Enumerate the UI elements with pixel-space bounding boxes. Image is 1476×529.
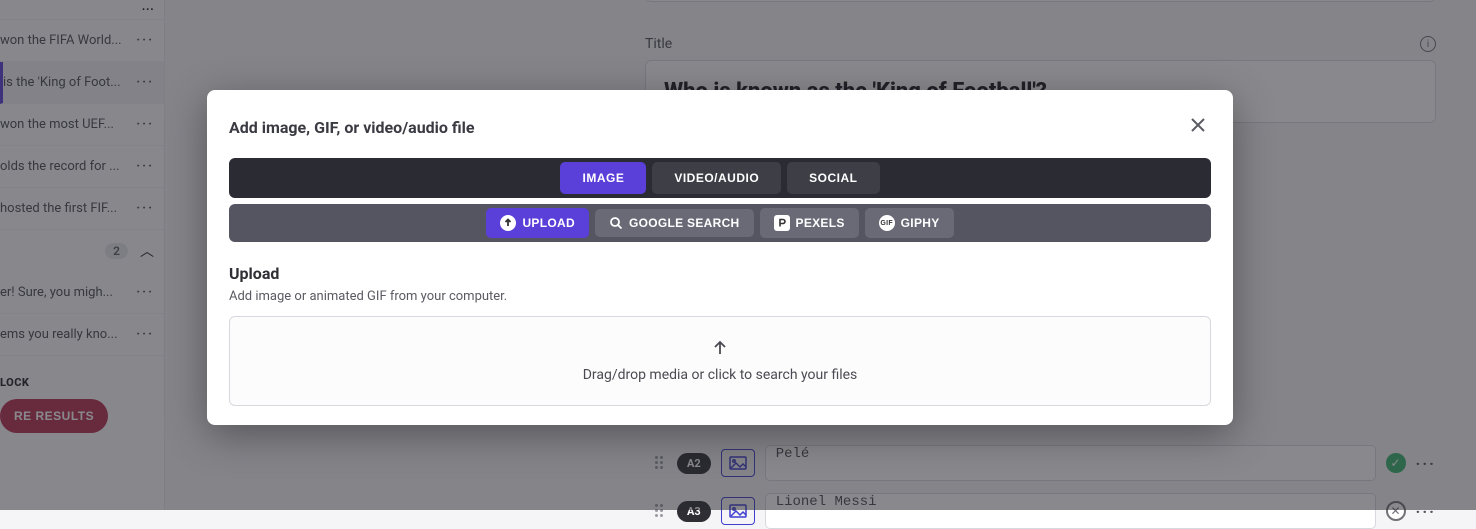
upload-dropzone[interactable]: Drag/drop media or click to search your … bbox=[229, 316, 1211, 406]
media-type-tabs: IMAGE VIDEO/AUDIO SOCIAL bbox=[229, 158, 1211, 198]
tab-video-audio[interactable]: VIDEO/AUDIO bbox=[652, 162, 781, 194]
subtab-upload[interactable]: UPLOAD bbox=[486, 208, 588, 238]
subtab-pexels[interactable]: PEXELS bbox=[760, 208, 859, 238]
add-media-modal: Add image, GIF, or video/audio file IMAG… bbox=[207, 90, 1233, 425]
subtab-label: GOOGLE SEARCH bbox=[629, 216, 740, 230]
subtab-giphy[interactable]: GIF GIPHY bbox=[865, 208, 954, 238]
upload-section-subtitle: Add image or animated GIF from your comp… bbox=[229, 289, 1211, 304]
upload-section-title: Upload bbox=[229, 264, 1211, 283]
dropzone-text: Drag/drop media or click to search your … bbox=[583, 367, 858, 383]
upload-arrow-icon bbox=[711, 339, 729, 361]
close-icon bbox=[1189, 116, 1207, 134]
giphy-icon: GIF bbox=[879, 215, 895, 231]
subtab-label: GIPHY bbox=[901, 216, 940, 230]
subtab-label: PEXELS bbox=[796, 216, 845, 230]
upload-icon bbox=[500, 215, 516, 231]
tab-social[interactable]: SOCIAL bbox=[787, 162, 879, 194]
subtab-google-search[interactable]: GOOGLE SEARCH bbox=[595, 209, 754, 237]
search-icon bbox=[609, 216, 623, 230]
source-tabs: UPLOAD GOOGLE SEARCH PEXELS GIF GIPHY bbox=[229, 204, 1211, 242]
pexels-icon bbox=[774, 215, 790, 231]
tab-image[interactable]: IMAGE bbox=[560, 162, 646, 194]
modal-title: Add image, GIF, or video/audio file bbox=[229, 118, 1185, 137]
subtab-label: UPLOAD bbox=[522, 216, 574, 230]
modal-header: Add image, GIF, or video/audio file bbox=[229, 112, 1211, 142]
close-button[interactable] bbox=[1185, 112, 1211, 142]
